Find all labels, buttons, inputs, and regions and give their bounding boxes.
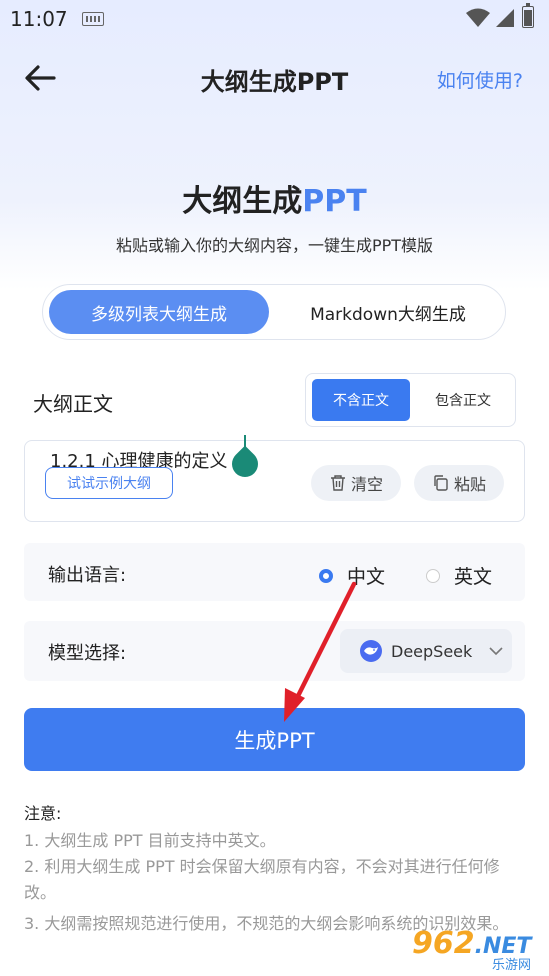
tab-multilevel-list[interactable]: 多级列表大纲生成 bbox=[49, 290, 269, 334]
wifi-icon bbox=[466, 8, 490, 27]
battery-icon bbox=[522, 3, 534, 28]
signal-icon bbox=[496, 9, 514, 27]
hero-title-main: 大纲生成 bbox=[182, 184, 303, 219]
note-item: 2. 利用大纲生成 PPT 时会保留大纲原有内容，不会对其进行任何修改。 bbox=[24, 857, 500, 902]
deepseek-whale-icon bbox=[360, 640, 382, 662]
watermark-sub: 乐游网 bbox=[492, 958, 532, 973]
paste-label: 粘贴 bbox=[453, 475, 486, 494]
outline-label: 大纲正文 bbox=[33, 392, 113, 416]
body-text-toggle: 不含正文 包含正文 bbox=[305, 373, 516, 427]
radio-english-label: 英文 bbox=[454, 566, 493, 588]
hero-title: 大纲生成PPT bbox=[0, 176, 549, 220]
model-selected-value: DeepSeek bbox=[391, 641, 473, 661]
tab-markdown[interactable]: Markdown大纲生成 bbox=[275, 290, 501, 334]
toggle-exclude-body[interactable]: 不含正文 bbox=[312, 379, 410, 421]
chevron-down-icon bbox=[489, 647, 503, 656]
model-select-label: 模型选择: bbox=[48, 643, 127, 664]
radio-unchecked-icon bbox=[426, 568, 440, 583]
model-dropdown[interactable]: DeepSeek bbox=[340, 629, 512, 673]
status-bar: 11:07 bbox=[0, 0, 549, 38]
hero-title-accent: PPT bbox=[302, 184, 367, 219]
notes-title: 注意: bbox=[24, 804, 62, 823]
radio-checked-icon bbox=[319, 568, 333, 583]
radio-chinese-label: 中文 bbox=[347, 566, 386, 588]
radio-english[interactable]: 英文 bbox=[426, 562, 492, 589]
keyboard-icon bbox=[82, 12, 104, 26]
output-language-label: 输出语言: bbox=[48, 565, 127, 586]
copy-icon bbox=[434, 475, 448, 491]
clear-label: 清空 bbox=[350, 475, 383, 494]
mode-switch: 多级列表大纲生成 Markdown大纲生成 bbox=[42, 284, 506, 340]
generate-ppt-button[interactable]: 生成PPT bbox=[24, 708, 525, 771]
how-to-use-link[interactable]: 如何使用? bbox=[437, 66, 523, 93]
watermark-logo: 962.NET 乐游网 bbox=[408, 924, 546, 974]
model-select-row: 模型选择: DeepSeek bbox=[24, 621, 525, 681]
status-time: 11:07 bbox=[10, 7, 68, 31]
toggle-include-body[interactable]: 包含正文 bbox=[414, 379, 512, 421]
radio-chinese[interactable]: 中文 bbox=[319, 562, 385, 589]
try-example-button[interactable]: 试试示例大纲 bbox=[45, 467, 173, 499]
paste-button[interactable]: 粘贴 bbox=[414, 465, 504, 501]
outline-input-box[interactable]: 1.2.1 心理健康的定义 试试示例大纲 清空 粘贴 bbox=[24, 435, 525, 522]
note-item: 1. 大纲生成 PPT 目前支持中英文。 bbox=[24, 831, 276, 850]
hero-subtitle: 粘贴或输入你的大纲内容，一键生成PPT模版 bbox=[115, 236, 434, 255]
output-language-row: 输出语言: 中文 英文 bbox=[24, 543, 525, 601]
trash-icon bbox=[330, 475, 345, 491]
clear-button[interactable]: 清空 bbox=[311, 465, 401, 501]
